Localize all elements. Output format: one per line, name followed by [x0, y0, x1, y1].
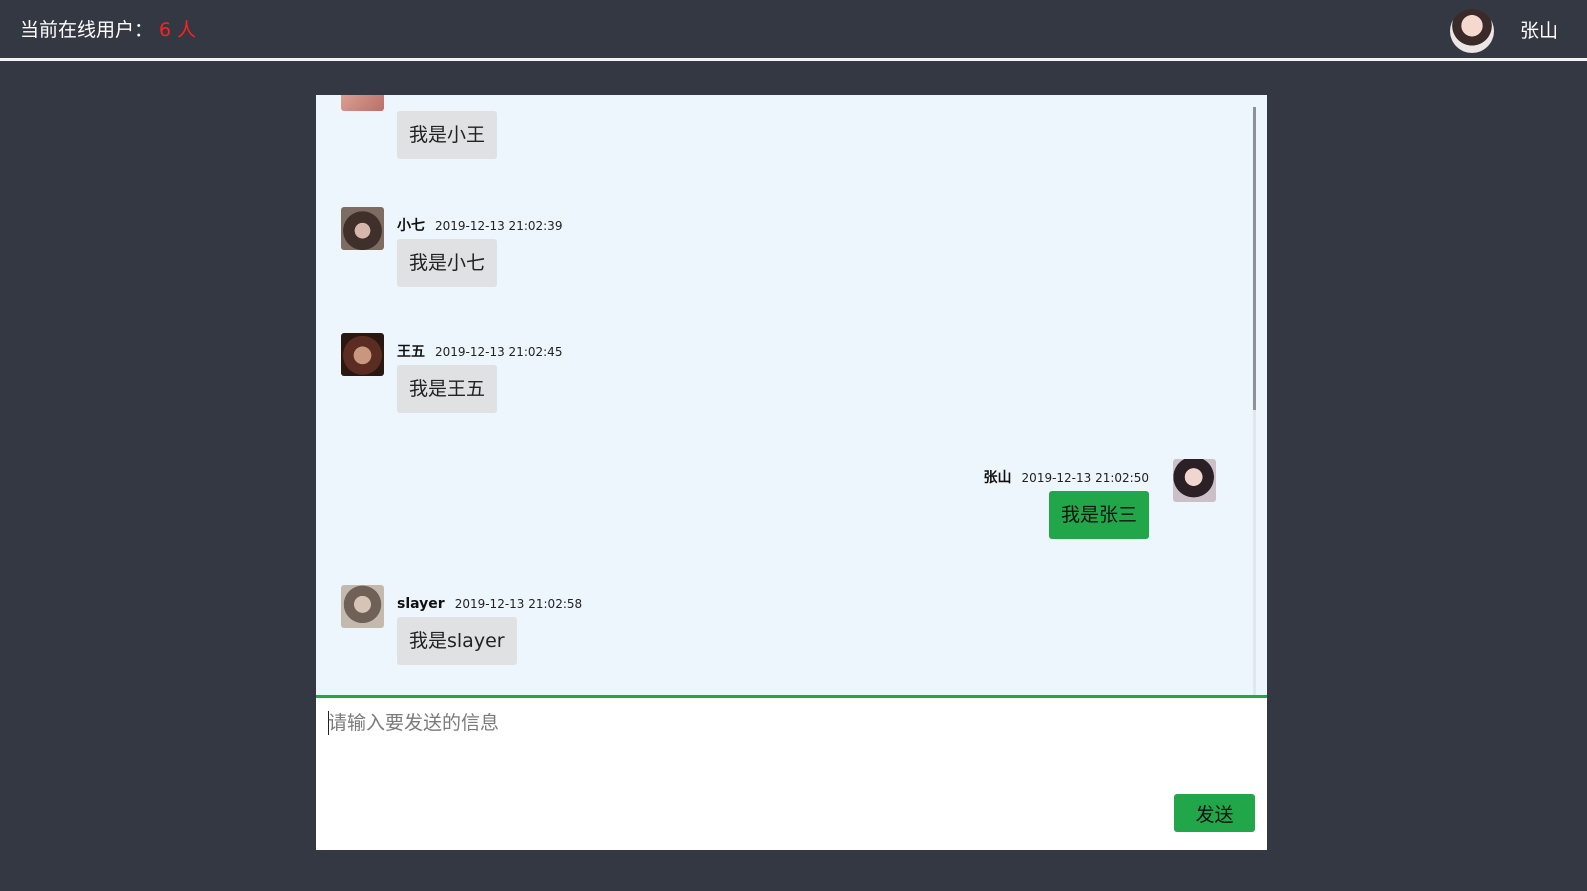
sender-avatar[interactable]: [1173, 459, 1216, 502]
text-caret: [328, 711, 329, 735]
sender-name: 张山: [983, 470, 1012, 486]
message-time: 2019-12-13 21:02:45: [435, 345, 563, 359]
message-bubble: 我是小王: [397, 111, 498, 159]
message-bubble: 我是王五: [397, 365, 498, 413]
message-bubble: 我是小七: [397, 239, 498, 287]
online-users-indicator: 当前在线用户： 6 人: [20, 0, 196, 58]
sender-name: 小七: [397, 218, 425, 234]
sender-avatar[interactable]: [341, 585, 384, 628]
message-time: 2019-12-13 21:02:58: [454, 597, 583, 611]
sender-avatar[interactable]: [341, 333, 384, 376]
message-time: 2019-12-13 21:02:50: [1021, 471, 1149, 485]
chat-panel: 我是小王 小七 2019-12-13 21:02:39 我是小七 王五 2019-1…: [316, 95, 1267, 850]
sender-name: slayer: [397, 596, 445, 612]
online-users-count: 6 人: [159, 19, 197, 41]
current-user-avatar[interactable]: [1450, 9, 1494, 53]
message-list[interactable]: 我是小王 小七 2019-12-13 21:02:39 我是小七 王五 2019-1…: [316, 95, 1267, 695]
top-bar: 当前在线用户： 6 人 张山: [0, 0, 1587, 61]
scrollbar-thumb[interactable]: [1253, 107, 1256, 410]
online-users-label: 当前在线用户：: [20, 19, 154, 41]
sender-avatar[interactable]: [341, 95, 384, 111]
message-meta: 小七 2019-12-13 21:02:39: [397, 217, 562, 235]
send-button[interactable]: 发送: [1174, 794, 1255, 832]
message-bubble: 我是slayer: [397, 617, 517, 665]
message-meta: 张山 2019-12-13 21:02:50: [984, 469, 1149, 487]
message-time: 2019-12-13 21:02:39: [435, 219, 563, 233]
sender-name: 王五: [397, 344, 425, 360]
message-meta: slayer 2019-12-13 21:02:58: [397, 595, 582, 613]
message-meta: 王五 2019-12-13 21:02:45: [397, 343, 562, 361]
message-input[interactable]: [326, 706, 1250, 800]
sender-avatar[interactable]: [341, 207, 384, 250]
message-bubble: 我是张三: [1048, 491, 1149, 539]
current-user-name[interactable]: 张山: [1520, 0, 1558, 58]
message-composer: 发送: [316, 695, 1267, 850]
